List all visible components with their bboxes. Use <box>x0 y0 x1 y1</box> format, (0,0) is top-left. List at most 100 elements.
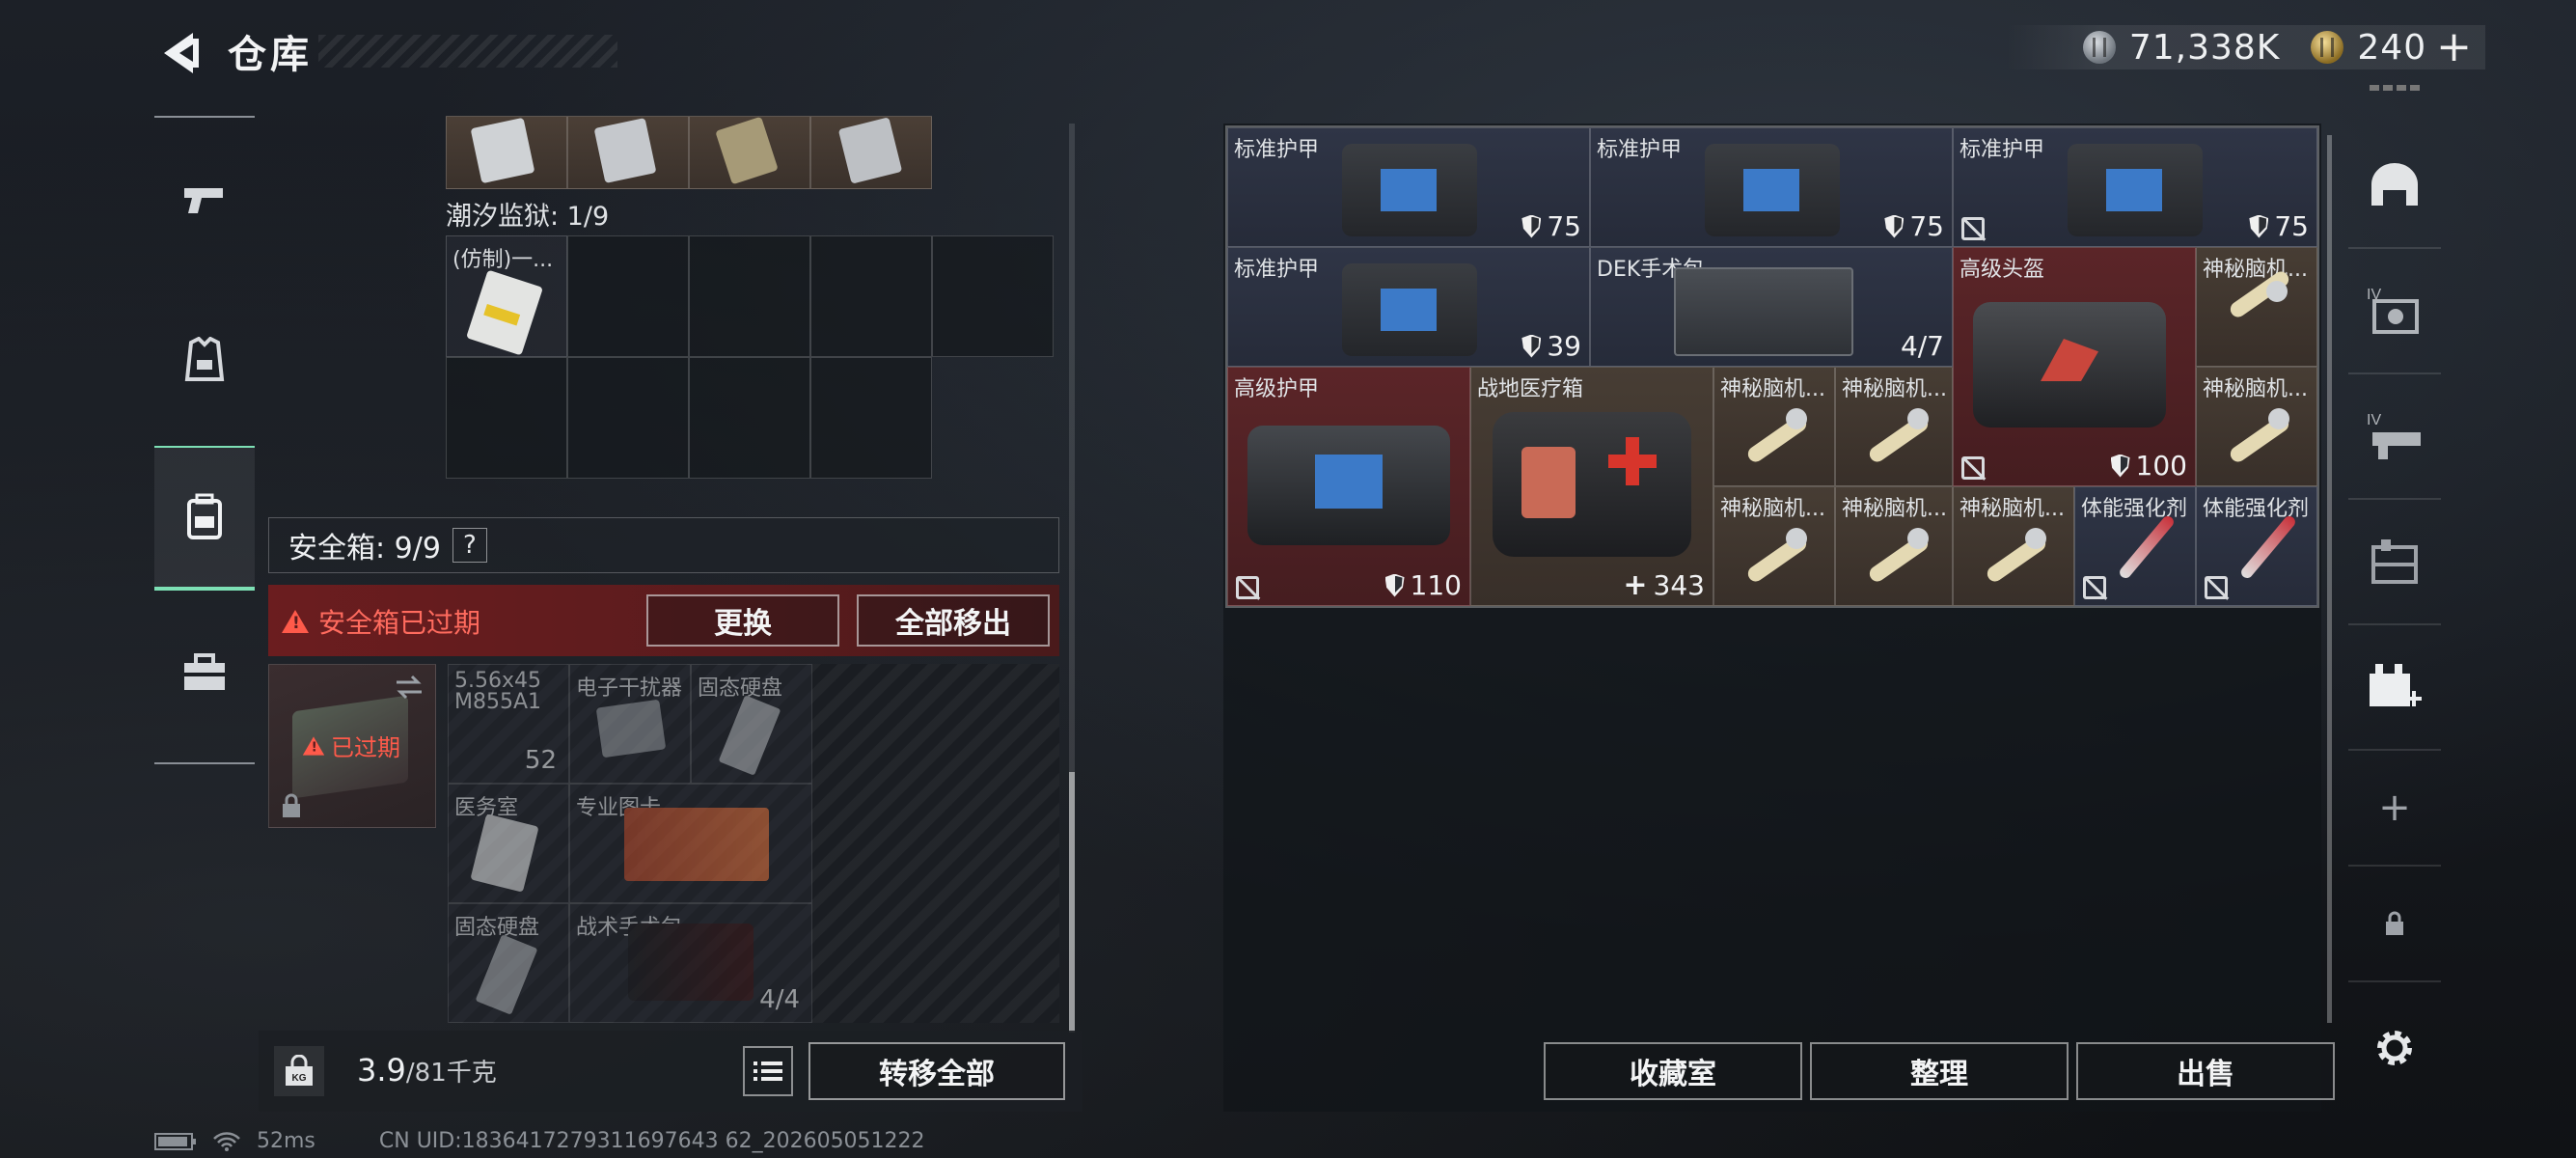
empty-slot[interactable] <box>689 357 810 479</box>
tab-locked[interactable] <box>2348 867 2441 982</box>
sell-button[interactable]: 出售 <box>2076 1042 2335 1100</box>
settings-button[interactable] <box>2348 1000 2441 1096</box>
silver-coin-icon <box>2082 31 2116 64</box>
inventory-slot[interactable] <box>446 116 567 189</box>
chevron-left-icon <box>164 33 199 73</box>
tier-iv-vest-icon: IV <box>2367 287 2419 334</box>
empty-slot[interactable] <box>567 235 689 357</box>
empty-slot[interactable] <box>810 235 932 357</box>
pistol-icon <box>184 188 223 213</box>
tier-label: IV <box>2367 412 2381 428</box>
title-stripe <box>318 35 617 68</box>
safe-box-item[interactable]: 战术手术包 4/4 <box>569 903 812 1023</box>
weight-value: 3.9 <box>357 1052 406 1089</box>
safe-box-title: 安全箱: 9/9 <box>288 532 441 565</box>
prison-grid: (仿制)一... <box>446 235 1054 479</box>
left-category-nav <box>154 116 255 764</box>
swap-icon <box>397 675 422 700</box>
item-name: (仿制)一... <box>452 248 554 272</box>
tab-tier-iv-weapon[interactable]: IV <box>2348 374 2441 500</box>
tab-add-slot[interactable]: + <box>2348 751 2441 867</box>
safe-box-item[interactable]: 固态硬盘 <box>448 903 569 1023</box>
safe-box-expired-bar: 安全箱已过期 更换 全部移出 <box>268 585 1059 656</box>
nav-tools[interactable] <box>154 600 255 745</box>
nav-weapons[interactable] <box>154 127 255 272</box>
help-button[interactable]: ? <box>452 528 487 563</box>
expired-badge-text: 已过期 <box>331 734 400 761</box>
page-title: 仓库 <box>228 33 313 77</box>
storage-icon <box>2371 539 2418 584</box>
replace-button[interactable]: 更换 <box>646 594 839 647</box>
lock-icon <box>2386 911 2403 935</box>
safe-box-header: 安全箱: 9/9 ? <box>268 517 1059 573</box>
tab-tier-iv-armor[interactable]: IV <box>2348 249 2441 374</box>
warning-icon <box>302 735 325 756</box>
lock-icon <box>283 793 300 817</box>
wifi-icon <box>213 1131 240 1151</box>
silver-amount: 71,338K <box>2128 27 2281 68</box>
empty-slot[interactable] <box>446 357 567 479</box>
inventory-slot[interactable] <box>689 116 810 189</box>
empty-slot[interactable] <box>932 235 1054 357</box>
prison-container-label: 潮汐监狱: 1/9 <box>446 202 610 232</box>
inventory-slot[interactable] <box>567 116 689 189</box>
kg-label: KG <box>292 1073 307 1084</box>
inventory-slot[interactable] <box>810 116 932 189</box>
toolbox-icon <box>184 653 225 690</box>
expired-badge: 已过期 <box>300 729 400 762</box>
tab-indicator <box>2370 85 2422 91</box>
item-name: 固态硬盘 <box>698 676 783 701</box>
organize-button[interactable]: 整理 <box>1810 1042 2069 1100</box>
nav-armor[interactable] <box>154 288 255 432</box>
tab-helmet[interactable] <box>2348 124 2441 249</box>
empty-slot[interactable] <box>810 357 932 479</box>
safe-box-item[interactable]: 专业图卡 <box>569 784 812 903</box>
warehouse-scrollbar[interactable] <box>2327 135 2332 1023</box>
user-uid: CN UID:1836417279311697643 62_2026050512… <box>378 1129 925 1153</box>
weight-lock-button[interactable]: KG <box>274 1046 324 1096</box>
item-name: 5.56x45 M855A1 <box>454 671 542 713</box>
weight-readout: 3.9/81千克 <box>357 1052 497 1089</box>
empty-slot[interactable] <box>689 235 810 357</box>
safe-box-item[interactable]: 5.56x45 M855A1 52 <box>448 664 569 784</box>
item-name: 固态硬盘 <box>454 916 540 940</box>
list-view-button[interactable] <box>743 1046 793 1096</box>
transfer-all-button[interactable]: 转移全部 <box>808 1042 1065 1100</box>
battery-icon <box>154 1132 196 1150</box>
status-bar: 52ms CN UID:1836417279311697643 62_20260… <box>154 1129 925 1153</box>
kg-weight-icon: KG <box>286 1055 313 1086</box>
tab-add-storage[interactable] <box>2348 625 2441 751</box>
move-all-out-button[interactable]: 全部移出 <box>857 594 1050 647</box>
weight-capacity: /81千克 <box>405 1059 497 1088</box>
gear-icon <box>2377 1031 2412 1065</box>
back-button[interactable] <box>154 29 203 77</box>
gold-amount: 240 <box>2357 27 2427 68</box>
expired-message: 安全箱已过期 <box>282 602 480 641</box>
warning-icon <box>282 610 309 633</box>
armor-vest-icon <box>184 337 225 381</box>
item-name: 电子干扰器 <box>576 676 683 701</box>
safe-box-item[interactable]: 电子干扰器 <box>569 664 691 784</box>
list-icon <box>754 1062 782 1081</box>
safe-box-item[interactable]: 固态硬盘 <box>691 664 812 784</box>
prison-item[interactable]: (仿制)一... <box>446 235 567 357</box>
inventory-scroll-thumb[interactable] <box>1069 772 1075 1033</box>
tab-storage[interactable] <box>2348 500 2441 625</box>
gold-coin-icon <box>2311 31 2344 64</box>
tier-iv-rifle-icon: IV <box>2367 412 2421 459</box>
add-storage-icon <box>2370 664 2422 706</box>
collection-room-button[interactable]: 收藏室 <box>1544 1042 1802 1100</box>
safe-box-grid: 5.56x45 M855A1 52 电子干扰器 固态硬盘 医务室 专业图卡 固态… <box>448 664 1059 1023</box>
item-count: 4/4 <box>759 985 800 1014</box>
helmet-icon <box>2371 163 2418 206</box>
safe-box-thumbnail[interactable]: 已过期 <box>268 664 436 828</box>
add-currency-button[interactable]: + <box>2436 26 2472 69</box>
inventory-footer: KG 3.9/81千克 转移全部 <box>259 1031 1082 1112</box>
safe-box-item[interactable]: 医务室 <box>448 784 569 903</box>
ping-readout: 52ms <box>257 1129 315 1153</box>
warehouse-grid-frame <box>1225 125 2319 608</box>
warehouse-tabs: IV IV + <box>2348 85 2441 1089</box>
nav-backpack[interactable] <box>154 446 255 591</box>
backpack-icon <box>187 493 222 539</box>
empty-slot[interactable] <box>567 357 689 479</box>
